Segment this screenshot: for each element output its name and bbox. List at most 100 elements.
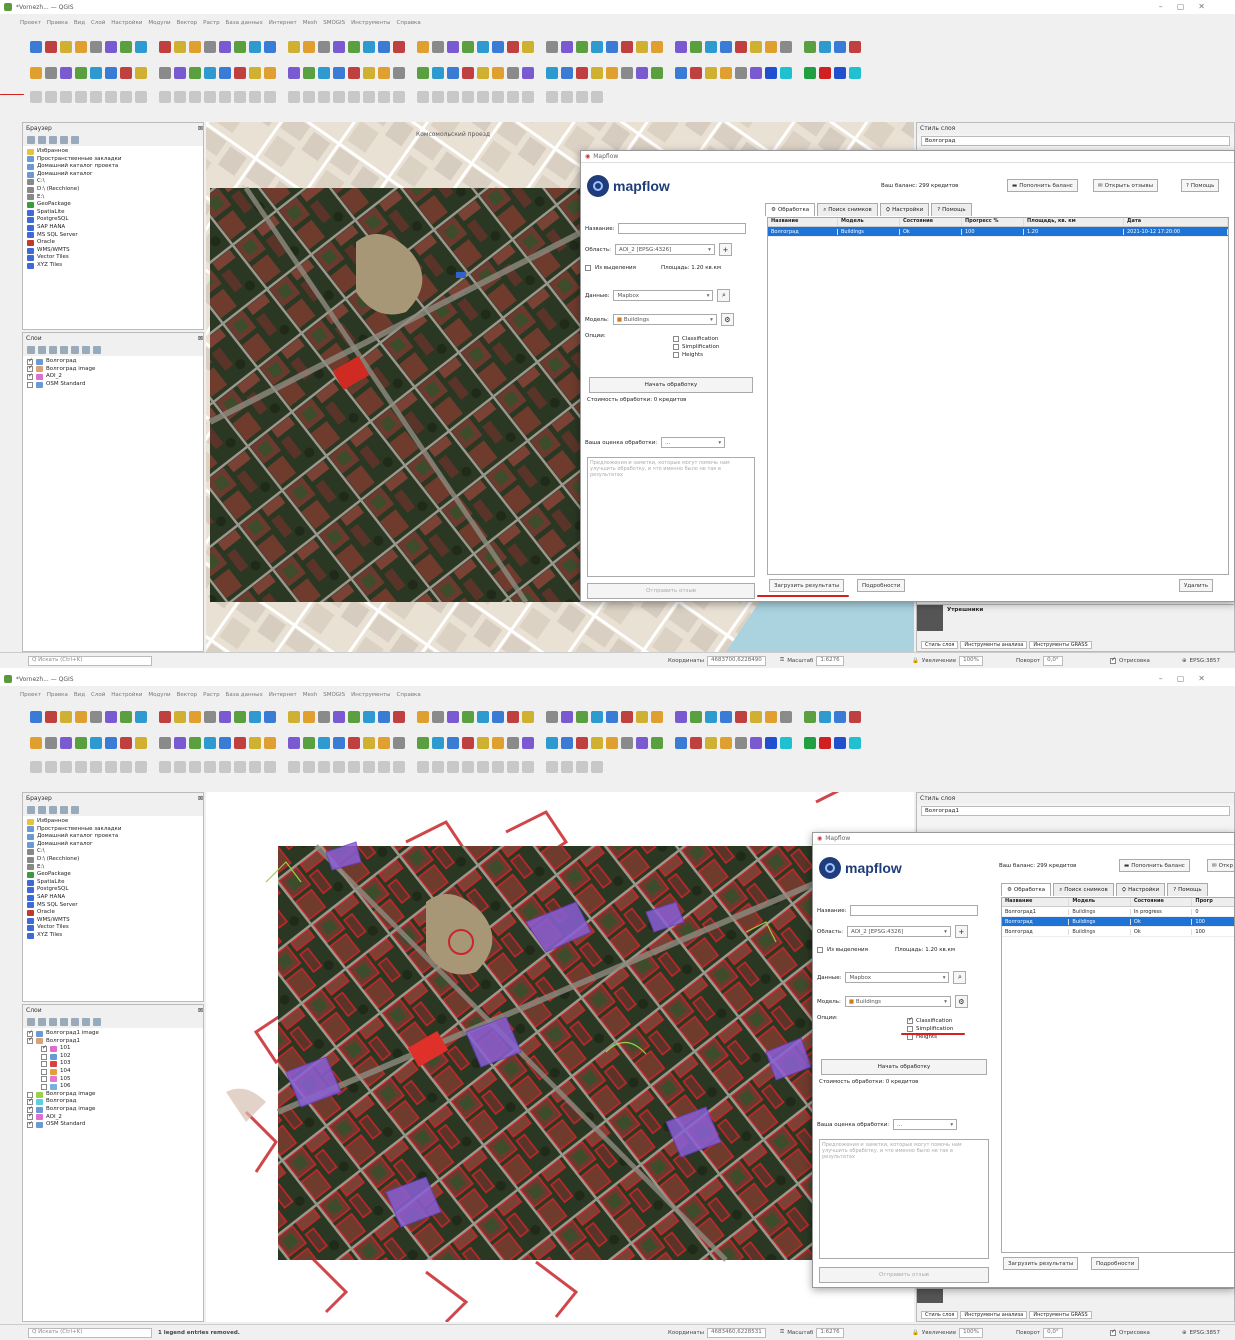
name-input[interactable] bbox=[618, 223, 747, 234]
lock-icon[interactable]: 🔒 bbox=[912, 1330, 919, 1336]
toolbar-button-icon[interactable] bbox=[750, 737, 762, 749]
toolbar-button-icon[interactable] bbox=[135, 711, 147, 723]
layer-item[interactable]: Волгоград bbox=[27, 1097, 199, 1106]
toolbar-button-icon[interactable] bbox=[462, 41, 474, 53]
data-select[interactable]: Mapbox bbox=[845, 972, 950, 983]
toolbar-button-icon[interactable] bbox=[621, 737, 633, 749]
toolbar-button-icon[interactable] bbox=[288, 711, 300, 723]
toolbar-button-icon[interactable] bbox=[690, 737, 702, 749]
toolbar-button-icon[interactable] bbox=[105, 67, 117, 79]
add-icon[interactable] bbox=[38, 806, 46, 814]
toolbar-button-icon[interactable] bbox=[765, 67, 777, 79]
toolbar-button-icon[interactable] bbox=[735, 711, 747, 723]
toolbar-button-icon[interactable] bbox=[393, 761, 405, 773]
toolbar-button-icon[interactable] bbox=[189, 67, 201, 79]
toolbar-button-icon[interactable] bbox=[174, 67, 186, 79]
expand-icon[interactable] bbox=[71, 1018, 79, 1026]
review-textarea[interactable]: Предложения и заметки, которые могут пом… bbox=[587, 457, 755, 577]
toolbar-button-icon[interactable] bbox=[303, 67, 315, 79]
toolbar-button-icon[interactable] bbox=[462, 67, 474, 79]
toolbar-button-icon[interactable] bbox=[90, 761, 102, 773]
remove-layer-icon[interactable] bbox=[93, 1018, 101, 1026]
option-checkbox[interactable] bbox=[673, 336, 679, 342]
layer-item[interactable]: AOI_2 bbox=[27, 1112, 199, 1122]
toolbar-button-icon[interactable] bbox=[393, 91, 405, 103]
toolbar-button-icon[interactable] bbox=[378, 91, 390, 103]
download-results-button[interactable]: Загрузить результаты bbox=[769, 579, 845, 592]
use-selection-checkbox[interactable] bbox=[585, 265, 591, 271]
toolbar-button-icon[interactable] bbox=[417, 91, 429, 103]
toolbar-button-icon[interactable] bbox=[447, 737, 459, 749]
toolbar-button-icon[interactable] bbox=[333, 737, 345, 749]
menu-item[interactable]: Растр bbox=[203, 692, 219, 698]
toolbar-button-icon[interactable] bbox=[378, 41, 390, 53]
toolbar-button-icon[interactable] bbox=[819, 737, 831, 749]
menu-item[interactable]: Вектор bbox=[177, 692, 198, 698]
toolbar-button-icon[interactable] bbox=[45, 761, 57, 773]
column-header[interactable]: Название bbox=[1002, 898, 1070, 906]
toolbar-button-icon[interactable] bbox=[348, 711, 360, 723]
expand-icon[interactable] bbox=[71, 346, 79, 354]
toolbar-button-icon[interactable] bbox=[45, 67, 57, 79]
toolbar-button-icon[interactable] bbox=[105, 91, 117, 103]
browser-item[interactable]: C:\ bbox=[27, 848, 199, 856]
menu-item[interactable]: Настройки bbox=[111, 692, 142, 698]
browser-item[interactable]: SAP HANA bbox=[27, 224, 199, 232]
menu-item[interactable]: SMOGIS bbox=[323, 20, 345, 26]
toolbar-button-icon[interactable] bbox=[477, 737, 489, 749]
dock-tab[interactable]: Стиль слоя bbox=[921, 641, 959, 649]
toolbar-button-icon[interactable] bbox=[174, 711, 186, 723]
toolbar-button-icon[interactable] bbox=[135, 41, 147, 53]
toolbar-button-icon[interactable] bbox=[546, 91, 558, 103]
toolbar-button-icon[interactable] bbox=[135, 761, 147, 773]
table-row[interactable]: Волгоград1 Buildings In progress 0 bbox=[1002, 907, 1234, 917]
browser-item[interactable]: Избранное bbox=[27, 818, 199, 826]
toolbar-button-icon[interactable] bbox=[651, 711, 663, 723]
toolbar-button-icon[interactable] bbox=[432, 711, 444, 723]
toolbar-button-icon[interactable] bbox=[348, 41, 360, 53]
toolbar-button-icon[interactable] bbox=[780, 41, 792, 53]
toolbar-button-icon[interactable] bbox=[120, 761, 132, 773]
collapse-all-icon[interactable] bbox=[82, 346, 90, 354]
toolbar-button-icon[interactable] bbox=[705, 737, 717, 749]
menu-item[interactable]: Растр bbox=[203, 20, 219, 26]
toolbar-button-icon[interactable] bbox=[561, 761, 573, 773]
layer-visibility-checkbox[interactable] bbox=[27, 1036, 33, 1045]
scale-input[interactable]: 1:6276 bbox=[816, 1327, 844, 1338]
toolbar-button-icon[interactable] bbox=[303, 761, 315, 773]
details-button[interactable]: Подробности bbox=[1091, 1257, 1140, 1270]
toolbar-button-icon[interactable] bbox=[462, 761, 474, 773]
toolbar-button-icon[interactable] bbox=[804, 711, 816, 723]
dock-tab[interactable]: Стиль слоя bbox=[921, 1311, 959, 1319]
rotation-input[interactable]: 0,0° bbox=[1043, 655, 1063, 666]
toolbar-button-icon[interactable] bbox=[249, 67, 261, 79]
locator-search[interactable]: Q Искать (Ctrl+K) bbox=[28, 1327, 152, 1338]
column-header[interactable]: Прогресс % bbox=[962, 218, 1024, 226]
browser-item[interactable]: Oracle bbox=[27, 239, 199, 247]
scale-lock-icon[interactable]: ⚿ bbox=[780, 1329, 784, 1336]
toolbar-button-icon[interactable] bbox=[264, 761, 276, 773]
start-processing-button[interactable]: Начать обработку bbox=[821, 1059, 987, 1075]
window-controls[interactable]: –▢✕ bbox=[1159, 2, 1219, 11]
lock-icon[interactable]: 🔒 bbox=[912, 658, 919, 664]
toolbar-button-icon[interactable] bbox=[462, 711, 474, 723]
toolbar-button-icon[interactable] bbox=[417, 711, 429, 723]
topup-button[interactable]: ▬ Пополнить баланс bbox=[1119, 859, 1190, 872]
toolbar-button-icon[interactable] bbox=[363, 711, 375, 723]
menu-item[interactable]: Инструменты bbox=[351, 692, 390, 698]
toolbar-button-icon[interactable] bbox=[159, 41, 171, 53]
toolbar-button-icon[interactable] bbox=[492, 737, 504, 749]
toolbar-button-icon[interactable] bbox=[378, 67, 390, 79]
toolbar-button-icon[interactable] bbox=[591, 41, 603, 53]
layer-item[interactable]: 103 bbox=[27, 1060, 199, 1068]
column-header[interactable]: Модель bbox=[838, 218, 900, 226]
toolbar-button-icon[interactable] bbox=[348, 737, 360, 749]
toolbar-button-icon[interactable] bbox=[120, 67, 132, 79]
table-row[interactable]: Волгоград Buildings Ok 100 bbox=[1002, 917, 1234, 927]
toolbar-button-icon[interactable] bbox=[159, 67, 171, 79]
style-icon[interactable] bbox=[27, 346, 35, 354]
toolbar-button-icon[interactable] bbox=[432, 91, 444, 103]
toolbar-button-icon[interactable] bbox=[393, 41, 405, 53]
toolbar-button-icon[interactable] bbox=[189, 41, 201, 53]
toolbar-button-icon[interactable] bbox=[363, 761, 375, 773]
